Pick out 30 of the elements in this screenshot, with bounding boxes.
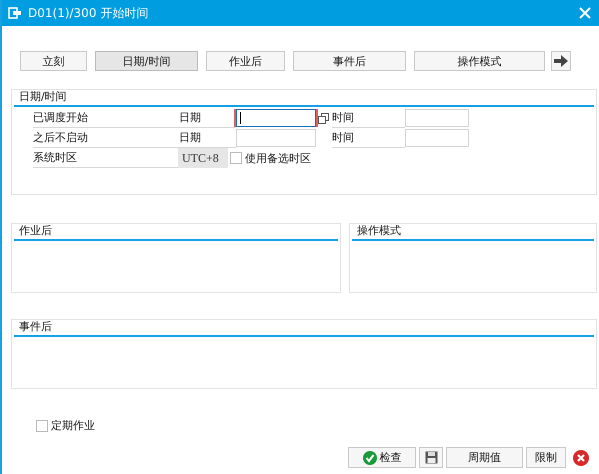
- group-title: 作业后: [19, 224, 52, 237]
- field-label: 已调度开始: [33, 108, 178, 128]
- cancel-icon[interactable]: [573, 450, 589, 466]
- checkbox-label: 使用备选时区: [245, 150, 311, 166]
- window-icon: [8, 7, 22, 19]
- checkmark-icon: [362, 450, 376, 464]
- date-field[interactable]: [236, 109, 316, 127]
- checkbox[interactable]: [36, 420, 48, 432]
- time-field[interactable]: [405, 129, 469, 147]
- text-button[interactable]: 周期值: [446, 447, 523, 468]
- checkbox[interactable]: [230, 152, 242, 164]
- text-button[interactable]: 限制: [526, 447, 566, 468]
- timezone-value: UTC+8: [178, 148, 228, 168]
- tab-button[interactable]: 日期/时间: [95, 51, 198, 71]
- checkbox-label: 定期作业: [51, 418, 95, 433]
- close-icon[interactable]: [579, 7, 591, 19]
- tab-button[interactable]: 立刻: [20, 51, 87, 71]
- field-label: 之后不启动: [33, 128, 178, 148]
- tab-button[interactable]: 事件后: [293, 51, 406, 71]
- time-field[interactable]: [405, 109, 469, 127]
- tab-button[interactable]: 作业后: [206, 51, 285, 71]
- group-title: 事件后: [19, 320, 52, 333]
- group-title: 日期/时间: [19, 90, 67, 103]
- save-button[interactable]: [419, 447, 443, 468]
- check-button[interactable]: 检查: [348, 447, 416, 468]
- value-help-icon[interactable]: [318, 112, 329, 124]
- next-button[interactable]: [551, 51, 571, 71]
- tab-button[interactable]: 操作模式: [414, 51, 545, 71]
- group-title: 操作模式: [357, 224, 401, 237]
- window-title: D01(1)/300 开始时间: [28, 4, 150, 22]
